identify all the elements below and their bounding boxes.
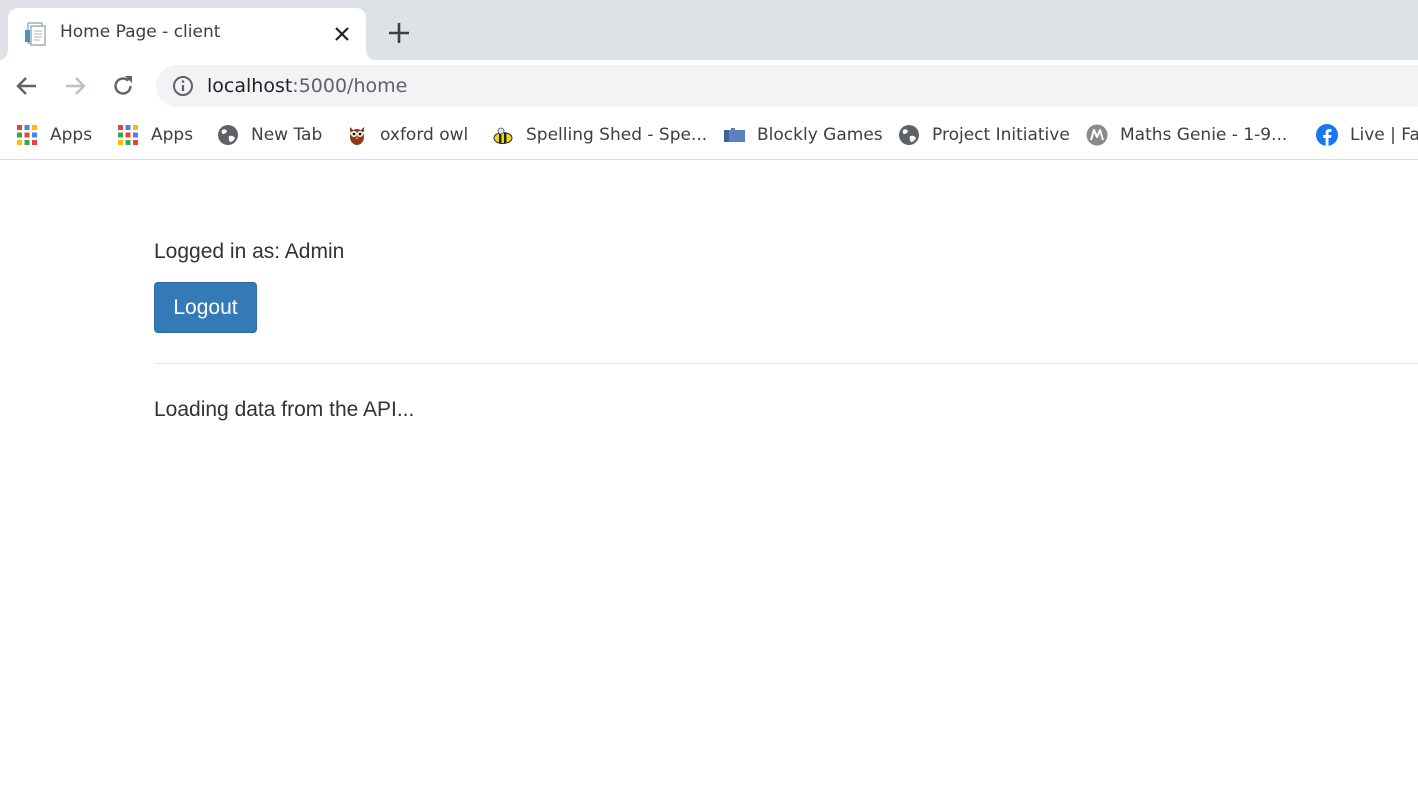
forward-arrow-icon[interactable] <box>62 73 88 99</box>
bookmark-facebook[interactable]: Live | Fac <box>1316 122 1418 148</box>
address-bar[interactable]: localhost:5000/home <box>156 65 1418 107</box>
back-arrow-icon[interactable] <box>14 73 40 99</box>
globe-icon <box>217 124 239 146</box>
bookmark-apps-2[interactable]: Apps <box>117 122 193 148</box>
info-icon[interactable] <box>172 75 194 97</box>
bookmarks-bar: Apps Apps New Tab oxford owl Spelling Sh… <box>0 112 1418 160</box>
bookmark-label: Apps <box>50 125 93 145</box>
bookmark-blockly-games[interactable]: Blockly Games <box>723 122 883 148</box>
bee-icon <box>492 124 514 146</box>
active-tab[interactable]: Home Page - client <box>8 8 366 60</box>
document-icon <box>25 22 47 46</box>
url-text[interactable]: localhost:5000/home <box>207 75 407 97</box>
url-host: localhost <box>207 75 293 97</box>
loading-message: Loading data from the API... <box>154 398 415 421</box>
bookmark-label: Apps <box>151 125 194 145</box>
bookmark-label: Live | Fac <box>1350 125 1418 145</box>
bookmark-new-tab[interactable]: New Tab <box>217 122 322 148</box>
page-content: Logged in as: Admin Logout Loading data … <box>154 162 1418 798</box>
puzzle-icon <box>723 124 745 146</box>
bookmark-spelling-shed[interactable]: Spelling Shed - Spe... <box>492 122 707 148</box>
bookmark-label: Blockly Games <box>757 125 883 145</box>
bookmark-oxford-owl[interactable]: oxford owl <box>346 122 468 148</box>
bookmark-project-initiative[interactable]: Project Initiative <box>898 122 1070 148</box>
bookmark-apps-1[interactable]: Apps <box>16 122 92 148</box>
bookmark-label: oxford owl <box>380 125 469 145</box>
globe-icon <box>898 124 920 146</box>
bookmark-label: Project Initiative <box>932 125 1070 145</box>
maths-genie-icon <box>1086 124 1108 146</box>
bookmark-label: New Tab <box>251 125 323 145</box>
reload-icon[interactable] <box>110 73 136 99</box>
apps-grid-icon <box>16 124 38 146</box>
new-tab-plus-icon[interactable] <box>386 20 412 46</box>
apps-grid-icon <box>117 124 139 146</box>
tab-title: Home Page - client <box>60 22 221 42</box>
close-icon[interactable] <box>331 23 353 45</box>
facebook-icon <box>1316 124 1338 146</box>
tab-strip: Home Page - client <box>0 0 1418 60</box>
logout-button[interactable]: Logout <box>154 282 257 333</box>
bookmark-label: Spelling Shed - Spe... <box>526 125 708 145</box>
url-path: :5000/home <box>292 75 408 97</box>
logged-in-status: Logged in as: Admin <box>154 240 345 263</box>
bookmark-label: Maths Genie - 1-9... <box>1120 125 1288 145</box>
bookmark-maths-genie[interactable]: Maths Genie - 1-9... <box>1086 122 1287 148</box>
divider <box>154 363 1418 364</box>
owl-icon <box>346 124 368 146</box>
browser-toolbar: localhost:5000/home <box>0 60 1418 112</box>
